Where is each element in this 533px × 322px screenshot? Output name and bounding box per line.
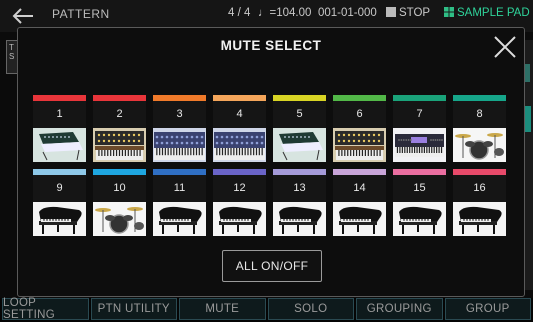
- tab-ptn-utility[interactable]: PTN UTILITY: [90, 298, 177, 320]
- modular-synth-icon: [273, 128, 326, 162]
- grand-piano-icon: [393, 202, 446, 236]
- grand-piano-icon: [33, 202, 86, 236]
- pad-color-strip: [33, 169, 86, 175]
- dialog-title: MUTE SELECT: [220, 38, 322, 53]
- pad-color-strip: [273, 95, 326, 101]
- grand-piano-icon: [153, 202, 206, 236]
- pad-15-button[interactable]: 15: [393, 169, 446, 236]
- pad-color-strip: [153, 95, 206, 101]
- grand-piano-icon: [273, 202, 326, 236]
- pad-color-strip: [153, 169, 206, 175]
- pad-9-button[interactable]: 9: [33, 169, 86, 236]
- pad-number: 8: [476, 108, 483, 120]
- pad-16-button[interactable]: 16: [453, 169, 506, 236]
- pad-color-strip: [273, 169, 326, 175]
- song-position: 001-01-000: [318, 7, 377, 19]
- workstation-icon: [393, 128, 446, 162]
- tab-grouping[interactable]: GROUPING: [356, 298, 443, 320]
- modular-synth-icon: [33, 128, 86, 162]
- keyboard-synth-icon: [213, 128, 266, 162]
- back-arrow-icon: [12, 8, 33, 24]
- synth-rack-icon: [93, 128, 146, 162]
- pad-2-button[interactable]: 2: [93, 95, 146, 162]
- grand-piano-icon: [453, 202, 506, 236]
- stop-label: STOP: [399, 7, 431, 19]
- keyboard-synth-icon: [153, 128, 206, 162]
- pad-3-button[interactable]: 3: [153, 95, 206, 162]
- pad-number: 7: [416, 108, 423, 120]
- pad-color-strip: [333, 169, 386, 175]
- synth-rack-icon: [333, 128, 386, 162]
- mute-select-dialog: MUTE SELECT 1 2 3 4 5 6 7 8 9 10 11 12 1…: [17, 27, 525, 297]
- pad-color-strip: [453, 95, 506, 101]
- pad-color-strip: [393, 95, 446, 101]
- pad-5-button[interactable]: 5: [273, 95, 326, 162]
- drum-kit-icon: [453, 128, 506, 162]
- close-icon: [494, 36, 516, 58]
- tab-solo[interactable]: SOLO: [267, 298, 354, 320]
- pad-13-button[interactable]: 13: [273, 169, 326, 236]
- pad-color-strip: [393, 169, 446, 175]
- drum-kit-icon: [93, 202, 146, 236]
- pad-grid-icon: [444, 7, 454, 17]
- pad-number: 10: [113, 182, 126, 194]
- pad-8-button[interactable]: 8: [453, 95, 506, 162]
- pad-number: 12: [233, 182, 246, 194]
- grand-piano-icon: [213, 202, 266, 236]
- pad-color-strip: [453, 169, 506, 175]
- pad-color-strip: [333, 95, 386, 101]
- tempo[interactable]: ♩=104.00: [258, 7, 311, 19]
- pad-10-button[interactable]: 10: [93, 169, 146, 236]
- pad-color-strip: [93, 169, 146, 175]
- pad-number: 2: [116, 108, 123, 120]
- tab-group[interactable]: GROUP: [444, 298, 531, 320]
- pad-6-button[interactable]: 6: [333, 95, 386, 162]
- bottom-tab-bar: LOOP SETTING PTN UTILITY MUTE SOLO GROUPING G…: [0, 297, 533, 322]
- tab-mute[interactable]: MUTE: [179, 298, 266, 320]
- transport-status: STOP: [386, 7, 430, 19]
- time-signature: 4 / 4: [228, 7, 251, 19]
- page-title: PATTERN: [52, 7, 110, 21]
- pad-4-button[interactable]: 4: [213, 95, 266, 162]
- pad-1-button[interactable]: 1: [33, 95, 86, 162]
- pad-color-strip: [33, 95, 86, 101]
- sample-pad-button[interactable]: SAMPLE PAD: [444, 7, 530, 19]
- pad-12-button[interactable]: 12: [213, 169, 266, 236]
- tab-loop-setting[interactable]: LOOP SETTING: [2, 297, 89, 321]
- sample-pad-label: SAMPLE PAD: [457, 7, 530, 19]
- pad-number: 11: [173, 182, 186, 194]
- pad-color-strip: [213, 169, 266, 175]
- pad-7-button[interactable]: 7: [393, 95, 446, 162]
- pad-number: 15: [413, 182, 426, 194]
- stop-icon: [386, 7, 396, 17]
- pad-number: 13: [293, 182, 306, 194]
- pad-number: 4: [236, 108, 243, 120]
- pad-color-strip: [213, 95, 266, 101]
- pad-number: 6: [356, 108, 363, 120]
- pad-color-strip: [93, 95, 146, 101]
- all-on-off-button[interactable]: ALL ON/OFF: [222, 250, 322, 282]
- pad-number: 5: [296, 108, 303, 120]
- back-button[interactable]: [6, 4, 40, 28]
- pad-number: 14: [353, 182, 366, 194]
- pad-14-button[interactable]: 14: [333, 169, 386, 236]
- pad-number: 1: [56, 108, 63, 120]
- pad-number: 16: [473, 182, 486, 194]
- close-button[interactable]: [492, 34, 518, 60]
- grand-piano-icon: [333, 202, 386, 236]
- pad-number: 3: [176, 108, 183, 120]
- screen: PATTERN 4 / 4 ♩=104.00 001-01-000 STOP S…: [0, 0, 533, 322]
- pad-11-button[interactable]: 11: [153, 169, 206, 236]
- pad-number: 9: [56, 182, 63, 194]
